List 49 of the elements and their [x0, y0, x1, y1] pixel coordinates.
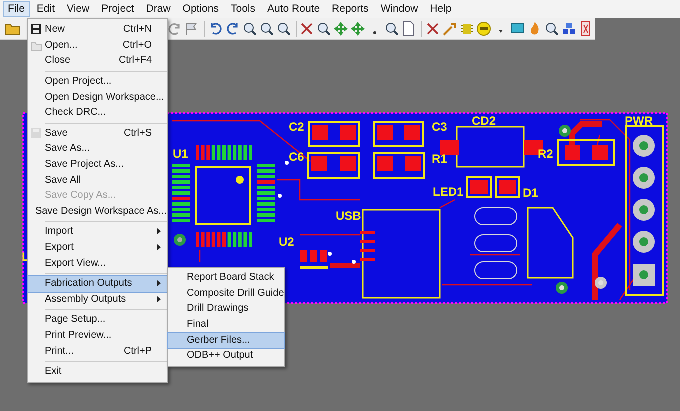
menu-item[interactable]: Open... Ctrl+O	[28, 38, 167, 54]
menu-item[interactable]: Save All	[28, 172, 167, 188]
menu-item[interactable]: New Ctrl+N	[28, 22, 167, 38]
component-label: CD2	[472, 114, 496, 128]
component-label: PWR	[625, 114, 653, 128]
menu-item[interactable]: Exit	[28, 364, 167, 380]
menu-item[interactable]: Open Design Workspace...	[28, 89, 167, 105]
component-label: USB	[336, 209, 362, 223]
menu-item[interactable]: Save As...	[28, 141, 167, 157]
component-label: D1	[523, 186, 538, 200]
menu-item[interactable]: Report Board Stack	[168, 270, 284, 286]
menu-item[interactable]: Gerber Files...	[168, 332, 284, 348]
menu-item[interactable]: Check DRC...	[28, 104, 167, 121]
menu-item[interactable]: Export	[28, 240, 167, 256]
menu-item[interactable]: File	[3, 1, 30, 17]
component-label: U1	[173, 147, 188, 161]
menu-item[interactable]: Project	[96, 1, 140, 17]
menu-item[interactable]: Auto Route	[262, 1, 326, 17]
component-label: U2	[279, 235, 294, 249]
menu-item[interactable]: Assembly Outputs	[28, 292, 167, 308]
menu-item[interactable]: Print... Ctrl+P	[28, 343, 167, 359]
menu-item[interactable]: Fabrication Outputs	[28, 276, 167, 292]
menu-item[interactable]: Draw	[141, 1, 176, 17]
menu-item[interactable]: Close Ctrl+F4	[28, 53, 167, 69]
menu-item[interactable]: Composite Drill Guide	[168, 286, 284, 302]
component-label: R1	[432, 152, 448, 166]
menu-item[interactable]: Options	[178, 1, 224, 17]
component-label: R2	[538, 147, 554, 161]
component-label: C3	[432, 120, 448, 134]
menu-item[interactable]: Reports	[327, 1, 374, 17]
menu-item[interactable]: Open Project...	[28, 74, 167, 90]
menu-item[interactable]: Save Design Workspace As...	[28, 204, 167, 220]
menu-item[interactable]: Window	[376, 1, 424, 17]
menu-item[interactable]: Page Setup...	[28, 312, 167, 328]
menu-item[interactable]: View	[62, 1, 95, 17]
menu-item[interactable]: Drill Drawings	[168, 301, 284, 318]
component-label: LED1	[433, 185, 464, 199]
menu-item[interactable]: Tools	[226, 1, 260, 17]
menu-item[interactable]: Print Preview...	[28, 328, 167, 344]
component-label: C6	[289, 150, 304, 164]
menu-item[interactable]: Final	[168, 317, 284, 333]
menu-item[interactable]: Save Project As...	[28, 156, 167, 172]
menu-item[interactable]: Import	[28, 224, 167, 240]
menu-item[interactable]: ODB++ Output	[168, 348, 284, 364]
menu-item[interactable]: Help	[425, 1, 457, 17]
menu-item[interactable]: Save Ctrl+S	[28, 126, 167, 142]
component-label: C2	[289, 120, 304, 134]
menu-item[interactable]: Export View...	[28, 255, 167, 271]
menu-item[interactable]: Edit	[32, 1, 60, 17]
